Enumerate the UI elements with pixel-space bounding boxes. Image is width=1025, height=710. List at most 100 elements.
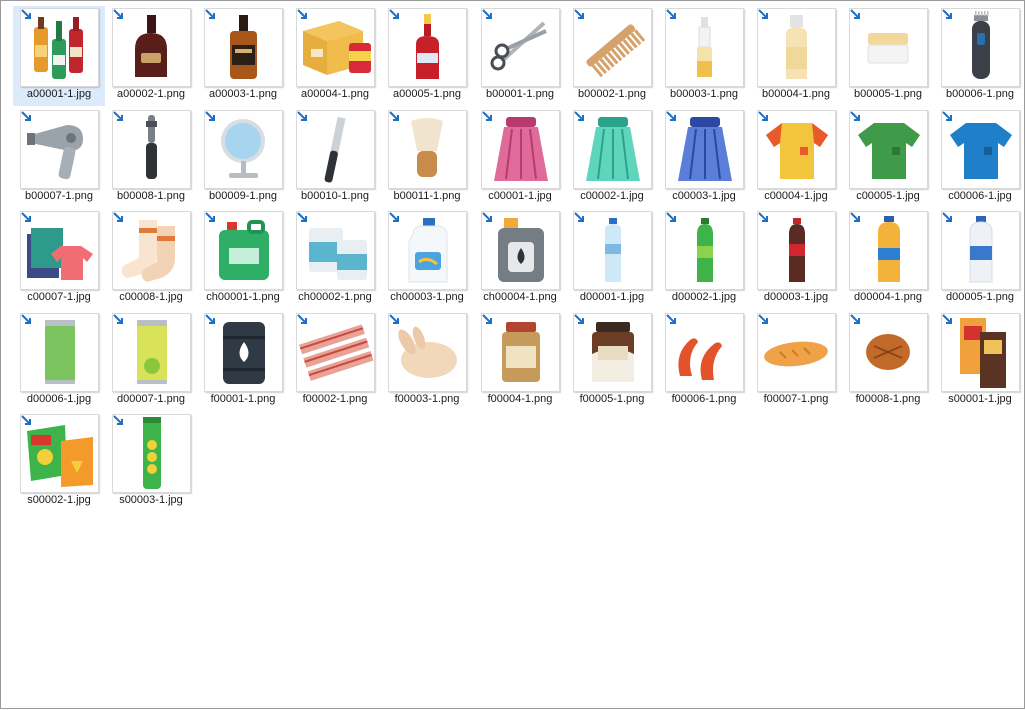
file-item[interactable]: c00001-1.jpg	[474, 108, 566, 208]
file-thumbnail[interactable]	[481, 110, 560, 189]
file-thumbnail[interactable]	[20, 211, 99, 290]
file-thumbnail[interactable]	[112, 414, 191, 493]
file-name-label: a00002-1.png	[117, 88, 185, 100]
file-item[interactable]: b00010-1.png	[289, 108, 381, 208]
file-item[interactable]: d00003-1.jpg	[750, 209, 842, 309]
file-item[interactable]: ch00001-1.png	[197, 209, 289, 309]
file-thumbnail[interactable]	[388, 110, 467, 189]
file-item[interactable]: f00002-1.png	[289, 311, 381, 411]
thumbnail-area	[658, 311, 750, 392]
file-item[interactable]: a00004-1.png	[289, 6, 381, 106]
file-thumbnail[interactable]	[204, 8, 283, 87]
file-item[interactable]: b00011-1.png	[381, 108, 473, 208]
file-item[interactable]: s00002-1.jpg	[13, 412, 105, 512]
file-item[interactable]: f00003-1.png	[381, 311, 473, 411]
file-item[interactable]: d00004-1.png	[842, 209, 934, 309]
file-item[interactable]: a00001-1.jpg	[13, 6, 105, 106]
file-item[interactable]: b00004-1.png	[750, 6, 842, 106]
file-thumbnail[interactable]	[849, 313, 928, 392]
file-thumbnail[interactable]	[941, 313, 1020, 392]
file-item[interactable]: s00003-1.jpg	[105, 412, 197, 512]
file-item[interactable]: ch00004-1.png	[474, 209, 566, 309]
file-thumbnail[interactable]	[573, 110, 652, 189]
file-thumbnail[interactable]	[20, 313, 99, 392]
file-item[interactable]: b00005-1.png	[842, 6, 934, 106]
file-item[interactable]: d00007-1.png	[105, 311, 197, 411]
file-item[interactable]: b00002-1.png	[566, 6, 658, 106]
file-thumbnail[interactable]	[941, 8, 1020, 87]
thumbnail-area	[13, 6, 105, 87]
file-thumbnail[interactable]	[20, 8, 99, 87]
file-item[interactable]: b00001-1.png	[474, 6, 566, 106]
file-item[interactable]: f00001-1.png	[197, 311, 289, 411]
file-item[interactable]: d00005-1.png	[934, 209, 1025, 309]
file-thumbnail[interactable]	[573, 313, 652, 392]
file-thumbnail[interactable]	[20, 110, 99, 189]
file-thumbnail[interactable]	[665, 110, 744, 189]
file-item[interactable]: c00004-1.jpg	[750, 108, 842, 208]
file-item[interactable]: f00004-1.png	[474, 311, 566, 411]
file-thumbnail[interactable]	[481, 211, 560, 290]
file-item[interactable]: a00003-1.png	[197, 6, 289, 106]
file-name-label: f00005-1.png	[579, 393, 645, 405]
file-item[interactable]: f00005-1.png	[566, 311, 658, 411]
file-item[interactable]: b00006-1.png	[934, 6, 1025, 106]
file-item[interactable]: ch00003-1.png	[381, 209, 473, 309]
file-item[interactable]: d00002-1.jpg	[658, 209, 750, 309]
file-thumbnail[interactable]	[296, 110, 375, 189]
file-item[interactable]: ch00002-1.png	[289, 209, 381, 309]
file-item[interactable]: b00003-1.png	[658, 6, 750, 106]
file-item[interactable]: c00007-1.jpg	[13, 209, 105, 309]
file-item[interactable]: b00007-1.png	[13, 108, 105, 208]
file-thumbnail[interactable]	[112, 8, 191, 87]
file-item[interactable]: d00001-1.jpg	[566, 209, 658, 309]
file-thumbnail[interactable]	[204, 110, 283, 189]
file-thumbnail[interactable]	[757, 8, 836, 87]
compress-arrow-icon	[850, 111, 860, 121]
file-thumbnail[interactable]	[757, 211, 836, 290]
file-item[interactable]: f00007-1.png	[750, 311, 842, 411]
file-thumbnail[interactable]	[388, 211, 467, 290]
file-thumbnail[interactable]	[849, 8, 928, 87]
file-thumbnail[interactable]	[112, 313, 191, 392]
file-item[interactable]: c00008-1.jpg	[105, 209, 197, 309]
file-thumbnail[interactable]	[20, 414, 99, 493]
file-item[interactable]: b00008-1.png	[105, 108, 197, 208]
file-item[interactable]: a00002-1.png	[105, 6, 197, 106]
file-thumbnail[interactable]	[481, 8, 560, 87]
file-thumbnail[interactable]	[941, 110, 1020, 189]
file-thumbnail[interactable]	[849, 110, 928, 189]
file-thumbnail[interactable]	[665, 8, 744, 87]
file-thumbnail[interactable]	[665, 313, 744, 392]
file-thumbnail[interactable]	[388, 313, 467, 392]
file-thumbnail[interactable]	[204, 211, 283, 290]
file-thumbnail[interactable]	[388, 8, 467, 87]
file-item[interactable]: c00002-1.jpg	[566, 108, 658, 208]
file-item[interactable]: f00008-1.png	[842, 311, 934, 411]
file-item[interactable]: c00003-1.jpg	[658, 108, 750, 208]
file-thumbnail[interactable]	[757, 110, 836, 189]
file-thumbnail[interactable]	[573, 8, 652, 87]
compress-arrow-icon	[297, 212, 307, 222]
file-item[interactable]: a00005-1.png	[381, 6, 473, 106]
file-thumbnail[interactable]	[296, 8, 375, 87]
file-thumbnail[interactable]	[112, 110, 191, 189]
file-thumbnail[interactable]	[204, 313, 283, 392]
file-name-label: b00005-1.png	[854, 88, 922, 100]
file-thumbnail[interactable]	[573, 211, 652, 290]
file-item[interactable]: c00005-1.jpg	[842, 108, 934, 208]
file-thumbnail[interactable]	[296, 211, 375, 290]
file-thumbnail[interactable]	[112, 211, 191, 290]
file-thumbnail[interactable]	[757, 313, 836, 392]
file-item[interactable]: f00006-1.png	[658, 311, 750, 411]
file-thumbnail[interactable]	[481, 313, 560, 392]
file-thumbnail[interactable]	[296, 313, 375, 392]
file-thumbnail[interactable]	[941, 211, 1020, 290]
file-thumbnail[interactable]	[665, 211, 744, 290]
compress-arrow-icon	[297, 9, 307, 19]
file-item[interactable]: s00001-1.jpg	[934, 311, 1025, 411]
file-item[interactable]: c00006-1.jpg	[934, 108, 1025, 208]
file-item[interactable]: d00006-1.jpg	[13, 311, 105, 411]
file-item[interactable]: b00009-1.png	[197, 108, 289, 208]
file-thumbnail[interactable]	[849, 211, 928, 290]
